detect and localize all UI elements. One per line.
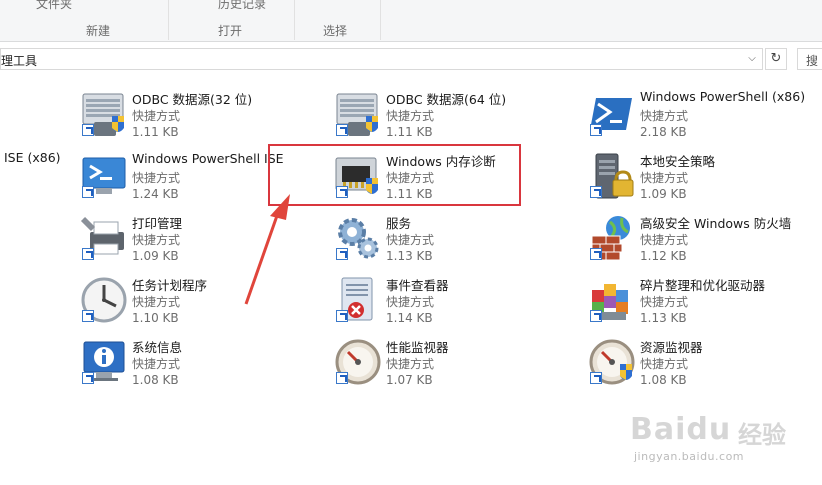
item-size: 1.09 KB (132, 249, 179, 263)
refresh-button[interactable]: ↻ (765, 48, 787, 70)
item-type: 快捷方式 (640, 171, 689, 185)
refresh-icon: ↻ (770, 51, 782, 66)
item-size: 2.18 KB (640, 125, 687, 139)
item-name: 资源监视器 (640, 340, 703, 355)
ribbon-group-open: 打开 (218, 24, 243, 38)
address-bar[interactable]: 理工具 ⌵ (0, 48, 763, 70)
ribbon-group-select: 选择 (323, 24, 348, 38)
item-size: 1.11 KB (132, 125, 179, 139)
item-size: 1.13 KB (640, 311, 687, 325)
item-size: 1.08 KB (640, 373, 687, 387)
baidu-watermark: Baidu 经验 jingyan.baidu.com (628, 412, 798, 472)
shortcut-arrow-icon (590, 248, 602, 260)
shortcut-arrow-icon (336, 248, 348, 260)
list-item[interactable]: 系统信息 快捷方式 1.08 KB (80, 336, 310, 392)
shortcut-arrow-icon (82, 248, 94, 260)
item-size: 1.12 KB (640, 249, 687, 263)
chevron-down-icon[interactable]: ⌵ (744, 51, 760, 67)
item-type: 快捷方式 (386, 109, 435, 123)
ribbon-history-label[interactable]: 历史记录 (218, 0, 266, 12)
watermark-brand: Baidu (630, 412, 732, 447)
shortcut-arrow-icon (590, 372, 602, 384)
shortcut-arrow-icon (336, 372, 348, 384)
item-type: 快捷方式 (640, 295, 689, 309)
shortcut-arrow-icon (336, 124, 348, 136)
item-type: 快捷方式 (386, 233, 435, 247)
item-type: 快捷方式 (386, 357, 435, 371)
item-name: 系统信息 (132, 340, 183, 355)
ribbon-folder-label[interactable]: 文件夹 (36, 0, 72, 12)
watermark-url: jingyan.baidu.com (634, 450, 745, 463)
item-name: Windows PowerShell (x86) (640, 89, 806, 104)
item-name: Windows PowerShell ISE (132, 151, 284, 166)
shortcut-arrow-icon (82, 372, 94, 384)
list-item[interactable]: 资源监视器 快捷方式 1.08 KB (588, 336, 818, 392)
item-name: 任务计划程序 (132, 278, 208, 293)
item-type: 快捷方式 (640, 109, 689, 123)
list-item[interactable]: 服务 快捷方式 1.13 KB (334, 212, 564, 268)
item-size: 1.13 KB (386, 249, 433, 263)
item-type: 快捷方式 (640, 233, 689, 247)
ribbon: 文件夹 历史记录 新建 打开 选择 (0, 0, 822, 42)
item-size: 1.09 KB (640, 187, 687, 201)
shortcut-arrow-icon (82, 310, 94, 322)
item-type: 快捷方式 (640, 357, 689, 371)
ribbon-separator (380, 0, 381, 40)
list-item[interactable]: 事件查看器 快捷方式 1.14 KB (334, 274, 564, 330)
shortcut-arrow-icon (590, 310, 602, 322)
list-item[interactable]: 任务计划程序 快捷方式 1.10 KB (80, 274, 310, 330)
item-type: 快捷方式 (132, 109, 181, 123)
search-input[interactable]: 搜 (797, 48, 822, 70)
item-name: 碎片整理和优化驱动器 (640, 278, 766, 293)
item-name: 本地安全策略 (640, 154, 716, 169)
list-item[interactable]: 打印管理 快捷方式 1.09 KB (80, 212, 310, 268)
list-item[interactable]: Windows PowerShell (x86) 快捷方式 2.18 KB (588, 88, 818, 144)
item-name: 性能监视器 (386, 340, 449, 355)
item-name: 服务 (386, 216, 412, 231)
item-name: 打印管理 (132, 216, 183, 231)
item-size: 1.10 KB (132, 311, 179, 325)
list-item[interactable]: ODBC 数据源(32 位) 快捷方式 1.11 KB (80, 88, 310, 144)
item-name: 高级安全 Windows 防火墙 (640, 216, 792, 231)
list-item[interactable]: 高级安全 Windows 防火墙 快捷方式 1.12 KB (588, 212, 818, 268)
item-size: 1.11 KB (386, 125, 433, 139)
shortcut-arrow-icon (590, 186, 602, 198)
partial-item-label[interactable]: ISE (x86) (4, 150, 61, 165)
list-item[interactable]: 碎片整理和优化驱动器 快捷方式 1.13 KB (588, 274, 818, 330)
item-type: 快捷方式 (132, 171, 181, 185)
shortcut-arrow-icon (590, 124, 602, 136)
shortcut-arrow-icon (82, 186, 94, 198)
item-size: 1.07 KB (386, 373, 433, 387)
item-type: 快捷方式 (132, 233, 181, 247)
item-type: 快捷方式 (132, 295, 181, 309)
item-type: 快捷方式 (132, 357, 181, 371)
ribbon-group-new: 新建 (86, 24, 111, 38)
shortcut-arrow-icon (336, 310, 348, 322)
item-size: 1.14 KB (386, 311, 433, 325)
item-size: 1.08 KB (132, 373, 179, 387)
item-size: 1.24 KB (132, 187, 179, 201)
item-type: 快捷方式 (386, 295, 435, 309)
address-path: 理工具 (1, 54, 38, 68)
item-name: ODBC 数据源(64 位) (386, 92, 507, 107)
highlight-box (268, 144, 521, 206)
list-item[interactable]: ODBC 数据源(64 位) 快捷方式 1.11 KB (334, 88, 564, 144)
list-item[interactable]: 本地安全策略 快捷方式 1.09 KB (588, 150, 818, 206)
ribbon-separator (168, 0, 169, 40)
ribbon-separator (294, 0, 295, 40)
shortcut-arrow-icon (82, 124, 94, 136)
item-name: ODBC 数据源(32 位) (132, 92, 253, 107)
list-item[interactable]: 性能监视器 快捷方式 1.07 KB (334, 336, 564, 392)
item-name: 事件查看器 (386, 278, 449, 293)
watermark-cn: 经验 (738, 421, 786, 449)
